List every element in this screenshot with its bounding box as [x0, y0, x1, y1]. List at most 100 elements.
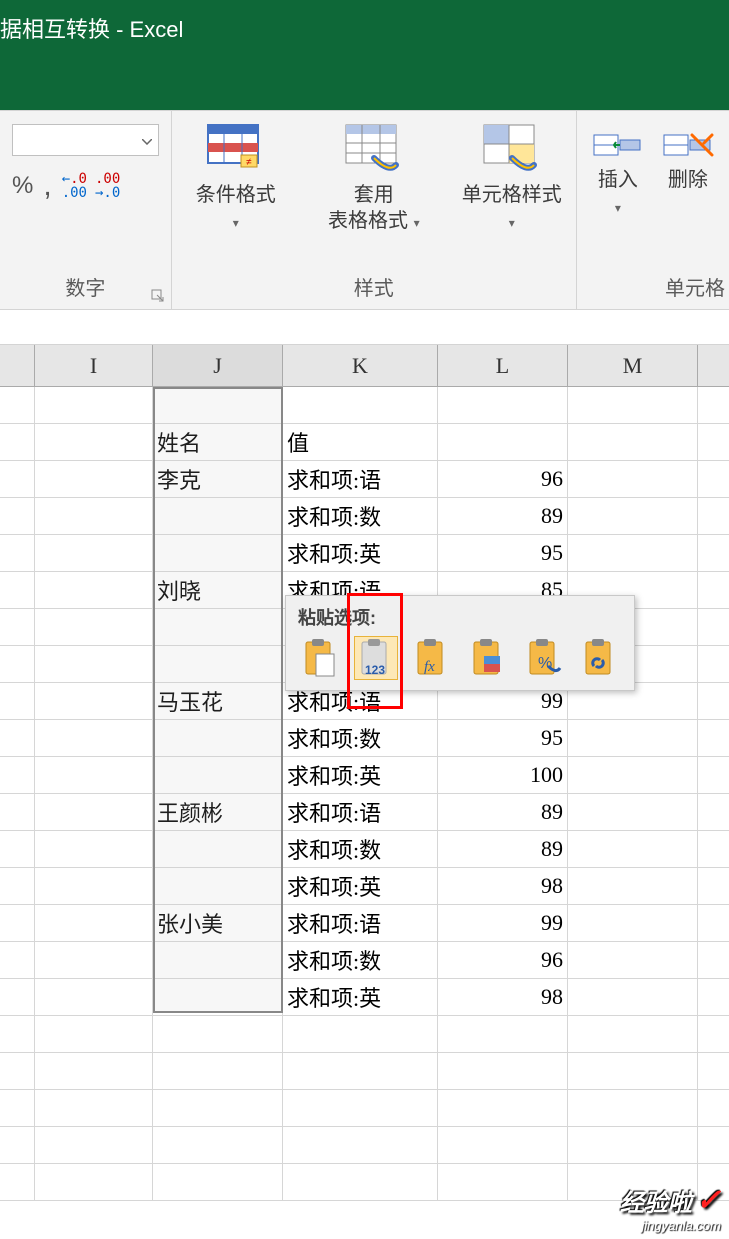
- cell[interactable]: [153, 387, 283, 423]
- cell[interactable]: [283, 387, 438, 423]
- cell-name[interactable]: 马玉花: [153, 683, 283, 719]
- cell[interactable]: [698, 387, 729, 423]
- svg-text:123: 123: [365, 663, 385, 677]
- cell-item[interactable]: 求和项:语: [283, 461, 438, 497]
- comma-style-button[interactable]: ,: [43, 169, 51, 203]
- grid-body: 姓名 值 李克求和项:语96 求和项:数89 求和项:英95 刘晓求和项:语85…: [0, 387, 729, 1201]
- cell-name[interactable]: [153, 979, 283, 1015]
- percent-button[interactable]: %: [12, 172, 33, 200]
- col-header-j[interactable]: J: [153, 345, 283, 386]
- chevron-down-icon: ▾: [414, 216, 420, 230]
- cell-styles-button[interactable]: 单元格样式▾: [457, 123, 567, 234]
- col-header-k[interactable]: K: [283, 345, 438, 386]
- number-format-dropdown[interactable]: [12, 124, 159, 156]
- ribbon: % , ←.0.00 .00→.0 数字: [0, 110, 729, 310]
- cell[interactable]: [568, 424, 698, 460]
- cell-value[interactable]: 89: [438, 498, 568, 534]
- paste-option-formatting[interactable]: [466, 636, 510, 680]
- ribbon-styles-group: ≠ 条件格式▾ 套用表格格式 ▾: [172, 111, 577, 309]
- cell-name[interactable]: [153, 609, 283, 645]
- number-group-label: 数字: [65, 272, 105, 305]
- cell-item[interactable]: 求和项:语: [283, 905, 438, 941]
- header-cell-name[interactable]: 姓名: [153, 424, 283, 460]
- paste-option-percent[interactable]: %: [522, 636, 566, 680]
- cell-item[interactable]: 求和项:英: [283, 979, 438, 1015]
- cell-value[interactable]: 96: [438, 942, 568, 978]
- chevron-down-icon: ▾: [509, 216, 515, 230]
- cell-value[interactable]: 89: [438, 831, 568, 867]
- cell-name[interactable]: 刘晓: [153, 572, 283, 608]
- cell-value[interactable]: 96: [438, 461, 568, 497]
- cell-name[interactable]: [153, 498, 283, 534]
- cell-name[interactable]: [153, 831, 283, 867]
- table-row: 求和项:英98: [0, 979, 729, 1016]
- clipboard-paste-icon: [302, 638, 338, 678]
- col-header-l[interactable]: L: [438, 345, 568, 386]
- cell-value[interactable]: 95: [438, 720, 568, 756]
- cell-item[interactable]: 求和项:英: [283, 535, 438, 571]
- cell-item[interactable]: 求和项:数: [283, 498, 438, 534]
- table-row: [0, 1127, 729, 1164]
- col-header-m[interactable]: M: [568, 345, 698, 386]
- paste-option-link[interactable]: [578, 636, 622, 680]
- styles-group-label: 样式: [354, 272, 394, 305]
- cell[interactable]: [35, 424, 153, 460]
- conditional-format-icon: ≠: [206, 123, 266, 178]
- format-as-table-button[interactable]: 套用表格格式 ▾: [319, 123, 429, 234]
- cell-name[interactable]: 李克: [153, 461, 283, 497]
- cell-item[interactable]: 求和项:数: [283, 942, 438, 978]
- decrease-decimal-button[interactable]: .00→.0: [95, 172, 120, 200]
- cell-name[interactable]: [153, 720, 283, 756]
- table-row: 王颜彬求和项:语89: [0, 794, 729, 831]
- cell-value[interactable]: 98: [438, 979, 568, 1015]
- spreadsheet-grid[interactable]: I J K L M 姓名 值 李克求和项:语96 求和项:数89: [0, 345, 729, 1201]
- title-bar: 据相互转换 - Excel: [0, 0, 729, 110]
- chevron-down-icon: ▾: [615, 201, 621, 215]
- cell-value[interactable]: 95: [438, 535, 568, 571]
- paste-option-formulas[interactable]: fx: [410, 636, 454, 680]
- cell-styles-icon: [482, 123, 542, 178]
- col-header[interactable]: [698, 345, 729, 386]
- cell-name[interactable]: [153, 868, 283, 904]
- table-row: [0, 1090, 729, 1127]
- cell-name[interactable]: 张小美: [153, 905, 283, 941]
- table-row: 求和项:数95: [0, 720, 729, 757]
- table-row: 求和项:英95: [0, 535, 729, 572]
- ribbon-cells-group: 插入▾ 删除 单元格: [577, 111, 729, 309]
- cell[interactable]: [568, 387, 698, 423]
- cell-item[interactable]: 求和项:英: [283, 757, 438, 793]
- insert-button[interactable]: 插入▾: [592, 123, 644, 219]
- increase-decimal-button[interactable]: ←.0.00: [62, 172, 87, 200]
- cell-name[interactable]: [153, 942, 283, 978]
- cell-name[interactable]: [153, 535, 283, 571]
- conditional-format-button[interactable]: ≠ 条件格式▾: [181, 123, 291, 234]
- cell-name[interactable]: [153, 757, 283, 793]
- cell-item[interactable]: 求和项:数: [283, 720, 438, 756]
- cell-item[interactable]: 求和项:英: [283, 868, 438, 904]
- cell[interactable]: [438, 424, 568, 460]
- formula-bar[interactable]: [0, 310, 729, 345]
- col-header[interactable]: [0, 345, 35, 386]
- cell-name[interactable]: 王颜彬: [153, 794, 283, 830]
- paste-option-values[interactable]: 123: [354, 636, 398, 680]
- cell-value[interactable]: 100: [438, 757, 568, 793]
- cell-value[interactable]: 89: [438, 794, 568, 830]
- cell-value[interactable]: 98: [438, 868, 568, 904]
- header-cell-value[interactable]: 值: [283, 424, 438, 460]
- cell[interactable]: [698, 424, 729, 460]
- cell[interactable]: [438, 387, 568, 423]
- insert-cells-icon: [592, 123, 644, 163]
- cell-item[interactable]: 求和项:语: [283, 794, 438, 830]
- table-row: [0, 387, 729, 424]
- cell-value[interactable]: 99: [438, 905, 568, 941]
- col-header-i[interactable]: I: [35, 345, 153, 386]
- cell[interactable]: [35, 387, 153, 423]
- cell[interactable]: [0, 424, 35, 460]
- number-dialog-launcher-icon[interactable]: [151, 289, 165, 303]
- cell[interactable]: [0, 387, 35, 423]
- delete-button[interactable]: 删除: [662, 123, 714, 219]
- cell-item[interactable]: 求和项:数: [283, 831, 438, 867]
- table-row: 求和项:数96: [0, 942, 729, 979]
- paste-option-paste[interactable]: [298, 636, 342, 680]
- cell-name[interactable]: [153, 646, 283, 682]
